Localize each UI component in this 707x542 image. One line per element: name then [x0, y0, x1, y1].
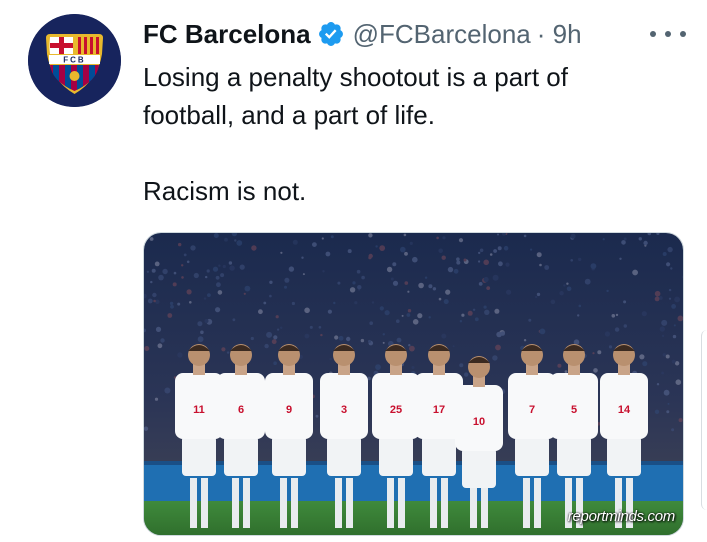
player-shape	[607, 436, 641, 476]
tweet-text: Losing a penalty shootout is a part of f…	[143, 62, 568, 206]
player-shape	[190, 478, 197, 528]
player-shape	[327, 436, 361, 476]
dot	[650, 31, 656, 37]
player-shape	[243, 478, 250, 528]
player-shape	[462, 448, 496, 488]
jersey-number: 9	[286, 404, 292, 416]
player-shape	[232, 478, 239, 528]
player-shape	[515, 436, 549, 476]
tweet-photo[interactable]: 11 6 9 3 25 17 10 7 5 14 reportminds.com	[143, 232, 684, 536]
player-shape	[335, 478, 342, 528]
player-shape	[398, 478, 405, 528]
player-shape	[280, 478, 287, 528]
player-shape	[224, 436, 258, 476]
player-shape	[430, 478, 437, 528]
crest-label: FCB	[63, 56, 85, 65]
tweet-timestamp[interactable]: · 9h	[537, 19, 582, 50]
jersey-number: 3	[341, 404, 347, 416]
fcb-crest-icon: FCB	[28, 14, 121, 107]
player-shape	[291, 478, 298, 528]
more-options-icon[interactable]	[650, 22, 686, 46]
player-shape	[422, 436, 456, 476]
player-shape	[272, 436, 306, 476]
account-name[interactable]: FC Barcelona	[143, 19, 311, 50]
jersey-number: 25	[390, 404, 402, 416]
player-shape	[346, 478, 353, 528]
verified-badge-icon	[318, 22, 343, 46]
jersey-number: 6	[238, 404, 244, 416]
player-shape	[534, 478, 541, 528]
player-shape	[201, 478, 208, 528]
avatar[interactable]: FCB	[28, 14, 121, 107]
account-handle[interactable]: @FCBarcelona	[353, 19, 531, 50]
jersey-number: 7	[529, 404, 535, 416]
player-shape	[557, 436, 591, 476]
player-shape	[523, 478, 530, 528]
adjacent-card-edge	[701, 330, 707, 510]
jersey-number: 11	[193, 404, 205, 416]
player-shape	[387, 478, 394, 528]
player-shape	[379, 436, 413, 476]
watermark: reportminds.com	[567, 508, 676, 525]
jersey-number: 14	[618, 404, 631, 416]
dot	[665, 31, 671, 37]
jersey-number: 17	[433, 404, 445, 416]
dot	[680, 31, 686, 37]
team-photo: 11 6 9 3 25 17 10 7 5 14	[144, 233, 683, 535]
player-shape	[182, 436, 216, 476]
jersey-number: 5	[571, 404, 577, 416]
tweet-header: FC Barcelona @FCBarcelona · 9h	[143, 16, 582, 52]
player-shape	[441, 478, 448, 528]
jersey-number: 10	[473, 416, 485, 428]
